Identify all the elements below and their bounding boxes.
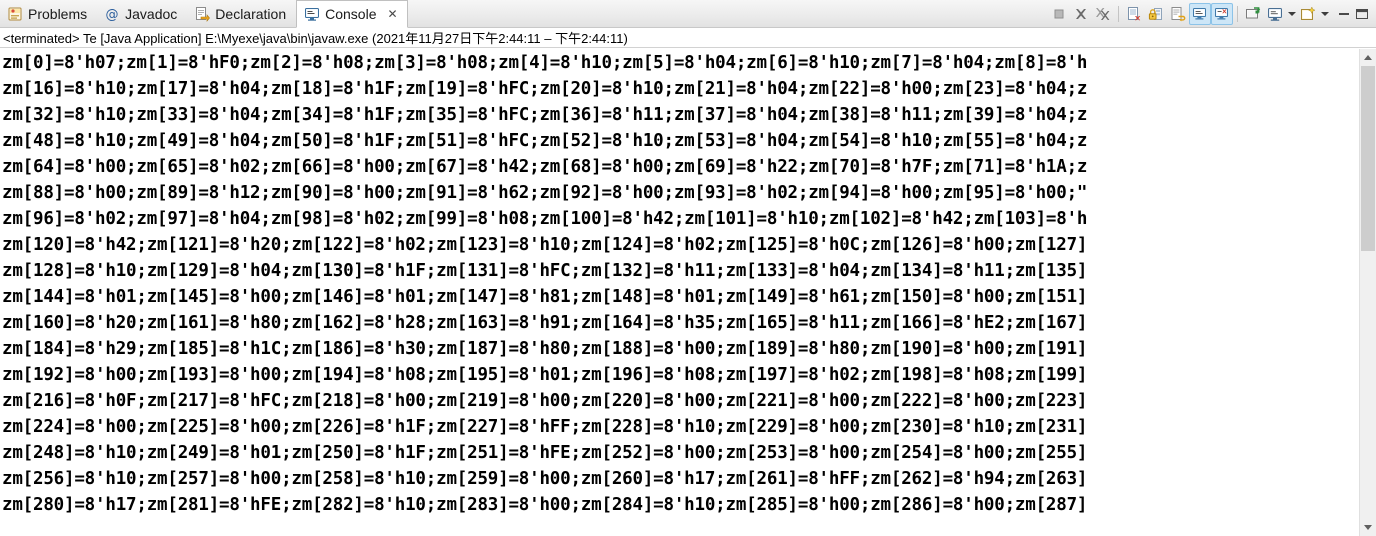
svg-text:@: @ bbox=[106, 7, 119, 22]
chevron-down-icon bbox=[1320, 11, 1329, 16]
open-console-button[interactable] bbox=[1297, 3, 1319, 25]
terminate-icon bbox=[1051, 6, 1067, 22]
open-console-menu[interactable] bbox=[1319, 3, 1330, 25]
tab-console[interactable]: Console ✕ bbox=[296, 0, 408, 28]
view-frame-buttons bbox=[1330, 5, 1374, 23]
console-line: zm[64]=8'h00;zm[65]=8'h02;zm[66]=8'h00;z… bbox=[2, 157, 1088, 177]
remove-all-terminated-button[interactable] bbox=[1092, 3, 1114, 25]
pin-console-button[interactable] bbox=[1242, 3, 1264, 25]
scroll-down-button[interactable] bbox=[1360, 519, 1376, 536]
console-line: zm[160]=8'h20;zm[161]=8'h80;zm[162]=8'h2… bbox=[2, 313, 1088, 333]
console-line: zm[0]=8'h07;zm[1]=8'hF0;zm[2]=8'h08;zm[3… bbox=[2, 53, 1088, 73]
view-tab-bar: Problems @ Javadoc Declaration Console ✕ bbox=[0, 0, 1376, 28]
word-wrap-button[interactable] bbox=[1167, 3, 1189, 25]
scroll-up-button[interactable] bbox=[1360, 49, 1376, 66]
show-console-on-output-button[interactable] bbox=[1189, 2, 1211, 25]
show-console-output-icon bbox=[1192, 6, 1208, 22]
console-toolbar bbox=[1048, 0, 1376, 27]
tab-problems[interactable]: Problems bbox=[0, 0, 97, 27]
display-selected-console-menu[interactable] bbox=[1286, 3, 1297, 25]
toolbar-separator-2 bbox=[1237, 5, 1238, 22]
console-line: zm[184]=8'h29;zm[185]=8'h1C;zm[186]=8'h3… bbox=[2, 339, 1088, 359]
scroll-track[interactable] bbox=[1360, 66, 1376, 519]
maximize-icon bbox=[1354, 6, 1370, 22]
tab-javadoc-label: Javadoc bbox=[125, 5, 178, 22]
console-line: zm[216]=8'h0F;zm[217]=8'hFC;zm[218]=8'h0… bbox=[2, 391, 1088, 411]
console-icon bbox=[304, 6, 320, 22]
eclipse-console-view: Problems @ Javadoc Declaration Console ✕… bbox=[0, 0, 1376, 536]
console-line: zm[96]=8'h02;zm[97]=8'h04;zm[98]=8'h02;z… bbox=[2, 209, 1088, 229]
tab-list: Problems @ Javadoc Declaration Console ✕ bbox=[0, 0, 408, 28]
console-line: zm[280]=8'h17;zm[281]=8'hFE;zm[282]=8'h1… bbox=[2, 495, 1088, 515]
show-console-error-icon bbox=[1214, 6, 1230, 22]
tab-javadoc[interactable]: @ Javadoc bbox=[97, 0, 187, 27]
javadoc-icon: @ bbox=[104, 6, 120, 22]
tab-problems-label: Problems bbox=[28, 5, 88, 22]
close-icon[interactable]: ✕ bbox=[388, 8, 398, 20]
remove-all-terminated-icon bbox=[1095, 6, 1111, 22]
scroll-lock-icon bbox=[1148, 6, 1164, 22]
console-line: zm[224]=8'h00;zm[225]=8'h00;zm[226]=8'h1… bbox=[2, 417, 1088, 437]
process-status-line: <terminated> Te [Java Application] E:\My… bbox=[0, 28, 1376, 48]
console-line: zm[256]=8'h10;zm[257]=8'h00;zm[258]=8'h1… bbox=[2, 469, 1088, 489]
word-wrap-icon bbox=[1170, 6, 1186, 22]
show-console-on-error-button[interactable] bbox=[1211, 2, 1233, 25]
console-line: zm[248]=8'h10;zm[249]=8'h01;zm[250]=8'h1… bbox=[2, 443, 1088, 463]
console-line: zm[144]=8'h01;zm[145]=8'h00;zm[146]=8'h0… bbox=[2, 287, 1088, 307]
remove-launch-icon bbox=[1073, 6, 1089, 22]
declaration-icon bbox=[194, 6, 211, 22]
scroll-thumb[interactable] bbox=[1361, 66, 1375, 251]
clear-console-button[interactable] bbox=[1123, 3, 1145, 25]
remove-launch-button[interactable] bbox=[1070, 3, 1092, 25]
display-console-icon bbox=[1267, 6, 1283, 22]
terminate-button[interactable] bbox=[1048, 3, 1070, 25]
pin-console-icon bbox=[1245, 6, 1261, 22]
tab-declaration-label: Declaration bbox=[215, 5, 287, 22]
chevron-down-icon bbox=[1287, 11, 1296, 16]
console-line: zm[120]=8'h42;zm[121]=8'h20;zm[122]=8'h0… bbox=[2, 235, 1088, 255]
console-line: zm[32]=8'h10;zm[33]=8'h04;zm[34]=8'h1F;z… bbox=[2, 105, 1088, 125]
console-text[interactable]: zm[0]=8'h07;zm[1]=8'hF0;zm[2]=8'h08;zm[3… bbox=[0, 49, 1359, 536]
scroll-lock-button[interactable] bbox=[1145, 3, 1167, 25]
problems-icon bbox=[7, 6, 23, 22]
tab-console-label: Console bbox=[325, 6, 377, 22]
console-line: zm[192]=8'h00;zm[193]=8'h00;zm[194]=8'h0… bbox=[2, 365, 1088, 385]
open-console-icon bbox=[1300, 5, 1316, 22]
console-line: zm[16]=8'h10;zm[17]=8'h04;zm[18]=8'h1F;z… bbox=[2, 79, 1088, 99]
toolbar-separator-1 bbox=[1118, 5, 1119, 22]
minimize-icon bbox=[1336, 6, 1352, 22]
console-vertical-scrollbar[interactable] bbox=[1359, 49, 1376, 536]
console-line: zm[48]=8'h10;zm[49]=8'h04;zm[50]=8'h1F;z… bbox=[2, 131, 1088, 151]
maximize-view-button[interactable] bbox=[1354, 5, 1370, 23]
console-output-area: zm[0]=8'h07;zm[1]=8'hF0;zm[2]=8'h08;zm[3… bbox=[0, 48, 1376, 536]
console-line: zm[128]=8'h10;zm[129]=8'h04;zm[130]=8'h1… bbox=[2, 261, 1088, 281]
console-line: zm[88]=8'h00;zm[89]=8'h12;zm[90]=8'h00;z… bbox=[2, 183, 1088, 203]
tab-declaration[interactable]: Declaration bbox=[187, 0, 296, 27]
minimize-view-button[interactable] bbox=[1336, 5, 1352, 23]
display-selected-console-button[interactable] bbox=[1264, 3, 1286, 25]
clear-console-icon bbox=[1126, 6, 1142, 22]
